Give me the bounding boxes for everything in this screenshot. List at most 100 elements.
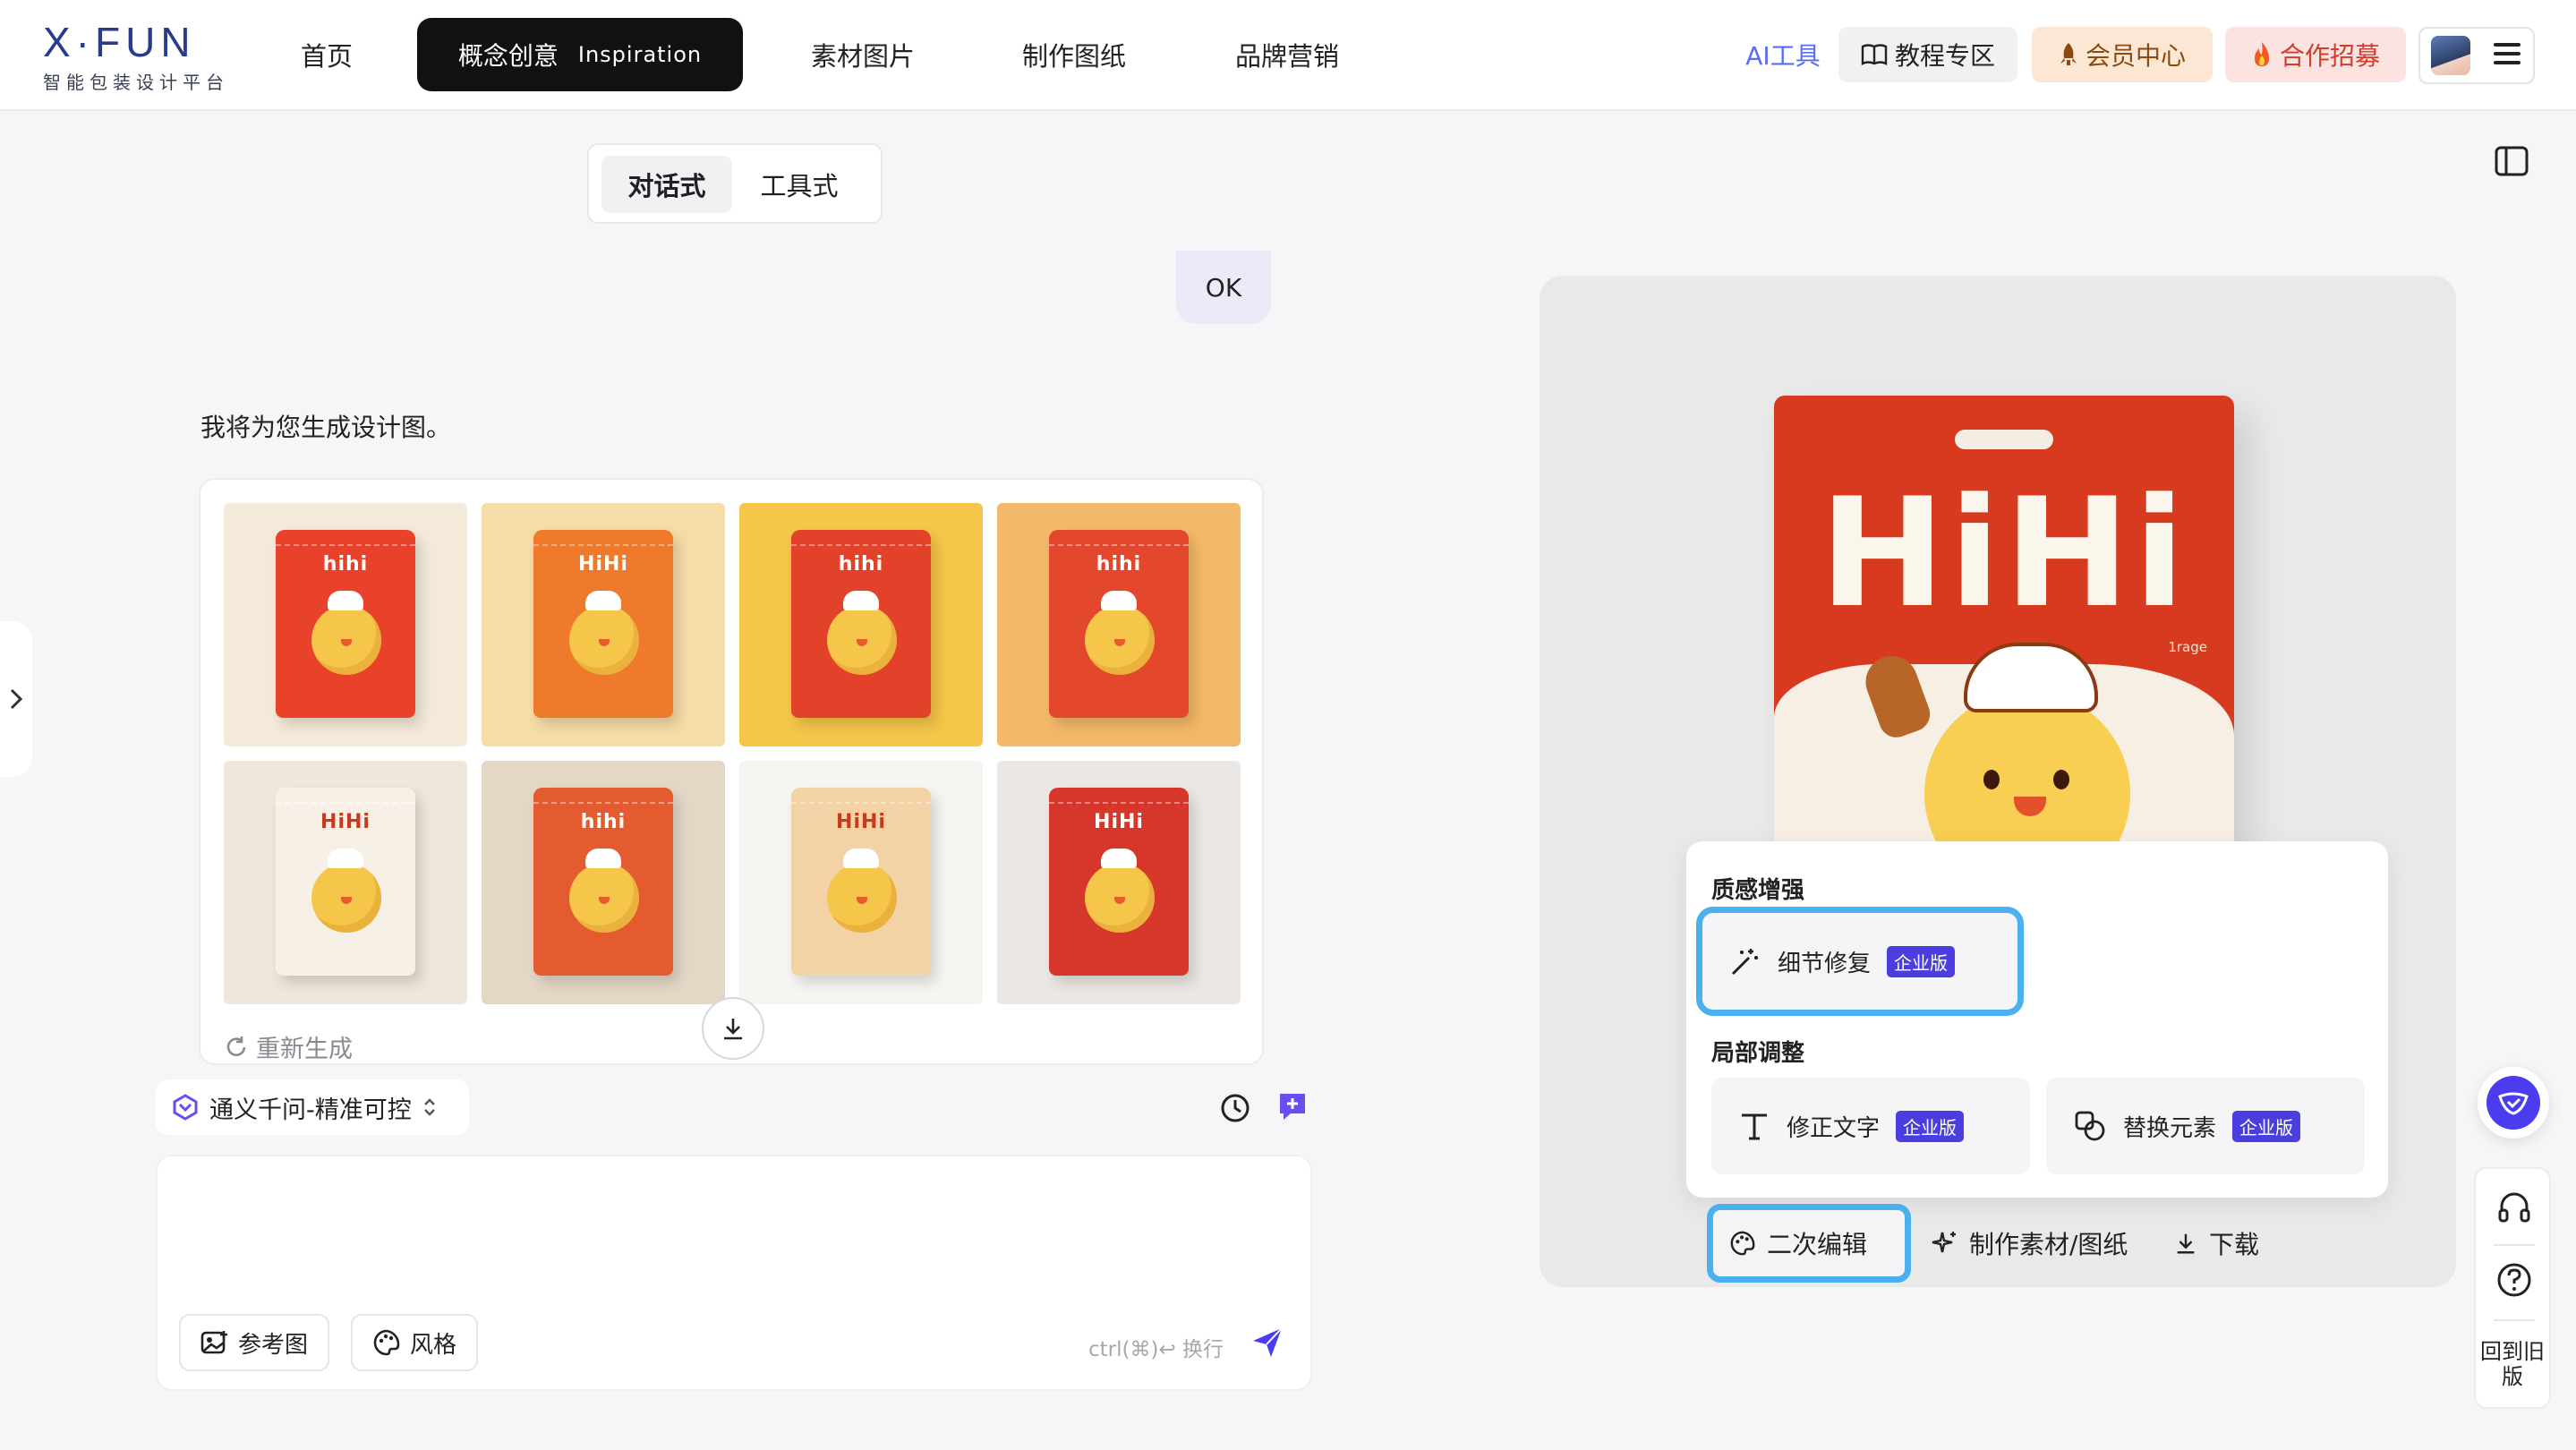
model-name: 通义千问-精准可控 [209, 1096, 412, 1124]
make-assets-label: 制作素材/图纸 [1969, 1230, 2128, 1259]
bag-mockup: hihi [533, 788, 673, 976]
generated-thumbnail[interactable]: hihi [739, 503, 983, 746]
detail-fix-label: 细节修复 [1778, 950, 1872, 977]
sparkle-icon [1932, 1232, 1956, 1253]
bag-mockup: HiHi [276, 788, 415, 976]
assistant-message: 我将为您生成设计图。 [200, 413, 452, 442]
bag-brand-label: HiHi [1094, 811, 1144, 833]
style-button[interactable]: 风格 [351, 1314, 479, 1371]
send-icon[interactable] [1250, 1325, 1285, 1360]
new-chat-icon[interactable] [1275, 1088, 1310, 1124]
user-message: OK [1176, 251, 1271, 324]
nav-marketing[interactable]: 品牌营销 [1235, 36, 1339, 73]
logo[interactable]: X·FUN 智能包装设计平台 [43, 20, 240, 94]
generated-thumbnail[interactable]: HiHi [224, 761, 467, 1004]
chick-mascot [311, 591, 381, 675]
section-local: 局部调整 [1711, 1040, 1805, 1067]
section-texture: 质感增强 [1711, 877, 1805, 904]
side-toolbar: 回到旧版 [2474, 1167, 2551, 1409]
product-bag-image[interactable]: HiHi 1rage [1774, 396, 2234, 897]
rocket-icon [2060, 43, 2077, 65]
sidebar-toggle-icon[interactable] [2494, 143, 2529, 179]
prompt-input[interactable]: 参考图 风格 ctrl(⌘)↩ 换行 [156, 1155, 1312, 1391]
partner-recruit-button[interactable]: 合作招募 [2225, 27, 2406, 82]
detail-fix-tool[interactable]: 细节修复 企业版 [1696, 907, 2024, 1016]
generated-thumbnail[interactable]: hihi [482, 761, 725, 1004]
nav-home[interactable]: 首页 [301, 36, 353, 73]
replace-element-tool[interactable]: 替换元素 企业版 [2046, 1078, 2365, 1174]
member-label: 会员中心 [2085, 41, 2186, 71]
bag-brand-label: HiHi [836, 811, 886, 833]
left-panel-toggle[interactable] [0, 621, 32, 777]
headset-icon[interactable] [2495, 1189, 2534, 1228]
second-edit-label: 二次编辑 [1767, 1230, 1868, 1259]
bag-hang-hole [1955, 430, 2053, 449]
fix-text-label: 修正文字 [1787, 1114, 1881, 1142]
regenerate-label: 重新生成 [256, 1036, 353, 1063]
chick-mascot [827, 591, 897, 675]
help-icon[interactable] [2495, 1260, 2534, 1300]
model-selector[interactable]: 通义千问-精准可控 [156, 1079, 469, 1135]
chick-mascot [311, 849, 381, 933]
updown-chevron-icon [423, 1098, 435, 1116]
mode-tool-tab[interactable]: 工具式 [734, 156, 865, 213]
regenerate-button[interactable]: 重新生成 [224, 1029, 353, 1063]
enterprise-badge: 企业版 [2232, 1110, 2301, 1142]
member-center-button[interactable]: 会员中心 [2032, 27, 2213, 82]
reference-label: 参考图 [238, 1331, 309, 1359]
chick-mascot [569, 591, 639, 675]
tutorial-label: 教程专区 [1894, 41, 1995, 71]
old-version-link[interactable]: 回到旧版 [2476, 1339, 2549, 1389]
generated-thumbnail[interactable]: HiHi [739, 761, 983, 1004]
download-all-button[interactable] [702, 997, 764, 1060]
chick-mascot [827, 849, 897, 933]
generated-thumbnail[interactable]: HiHi [997, 761, 1241, 1004]
mode-chat-tab[interactable]: 对话式 [601, 156, 732, 213]
bag-mockup: HiHi [791, 788, 931, 976]
chevron-right-icon [10, 688, 23, 710]
user-menu[interactable] [2418, 27, 2535, 84]
hamburger-menu-icon[interactable] [2494, 43, 2521, 68]
download-label: 下载 [2209, 1230, 2260, 1259]
download-icon [724, 1019, 742, 1040]
enterprise-badge: 企业版 [1887, 945, 1956, 977]
bag-brand-label: hihi [322, 553, 369, 576]
book-icon [1861, 44, 1888, 65]
palette-icon [373, 1329, 400, 1356]
fire-icon [2254, 42, 2269, 66]
mode-switch: 对话式 工具式 [587, 143, 883, 224]
nav-concept-label: 概念创意 [457, 41, 559, 71]
second-edit-button[interactable]: 二次编辑 [1707, 1204, 1911, 1283]
nav-drawings[interactable]: 制作图纸 [1022, 36, 1126, 73]
newline-hint: ctrl(⌘)↩ 换行 [1088, 1338, 1224, 1361]
history-icon[interactable] [1217, 1090, 1253, 1126]
download-button[interactable]: 下载 [2157, 1210, 2275, 1276]
ai-assistant-button[interactable] [2478, 1067, 2549, 1139]
replace-icon [2075, 1111, 2105, 1141]
top-header: X·FUN 智能包装设计平台 首页 概念创意 Inspiration 素材图片 … [0, 0, 2576, 111]
nav-materials[interactable]: 素材图片 [811, 36, 915, 73]
bag-mockup: hihi [1049, 530, 1189, 718]
nav-concept[interactable]: 概念创意 Inspiration [417, 18, 743, 91]
logo-wordmark: X·FUN [43, 19, 196, 65]
enterprise-badge: 企业版 [1896, 1110, 1965, 1142]
generated-thumbnail[interactable]: hihi [224, 503, 467, 746]
fix-text-tool[interactable]: 修正文字 企业版 [1711, 1078, 2030, 1174]
make-assets-button[interactable]: 制作素材/图纸 [1915, 1210, 2144, 1276]
style-label: 风格 [410, 1331, 457, 1359]
generated-thumbnail[interactable]: hihi [997, 503, 1241, 746]
replace-element-label: 替换元素 [2123, 1114, 2217, 1142]
bag-brand-label: hihi [838, 553, 884, 576]
bag-mockup: HiHi [533, 530, 673, 718]
reference-image-button[interactable]: 参考图 [179, 1314, 330, 1371]
download-icon [2177, 1233, 2195, 1254]
palette-icon [1730, 1231, 1755, 1256]
chick-mascot [1085, 591, 1155, 675]
generated-thumbnail[interactable]: HiHi [482, 503, 725, 746]
bag-mockup: hihi [276, 530, 415, 718]
bag-sub-text: 1rage [2168, 639, 2207, 655]
avatar[interactable] [2431, 36, 2470, 75]
tutorial-button[interactable]: 教程专区 [1838, 27, 2017, 82]
ai-tools-link[interactable]: AI工具 [1729, 27, 1837, 82]
chick-mascot [569, 849, 639, 933]
